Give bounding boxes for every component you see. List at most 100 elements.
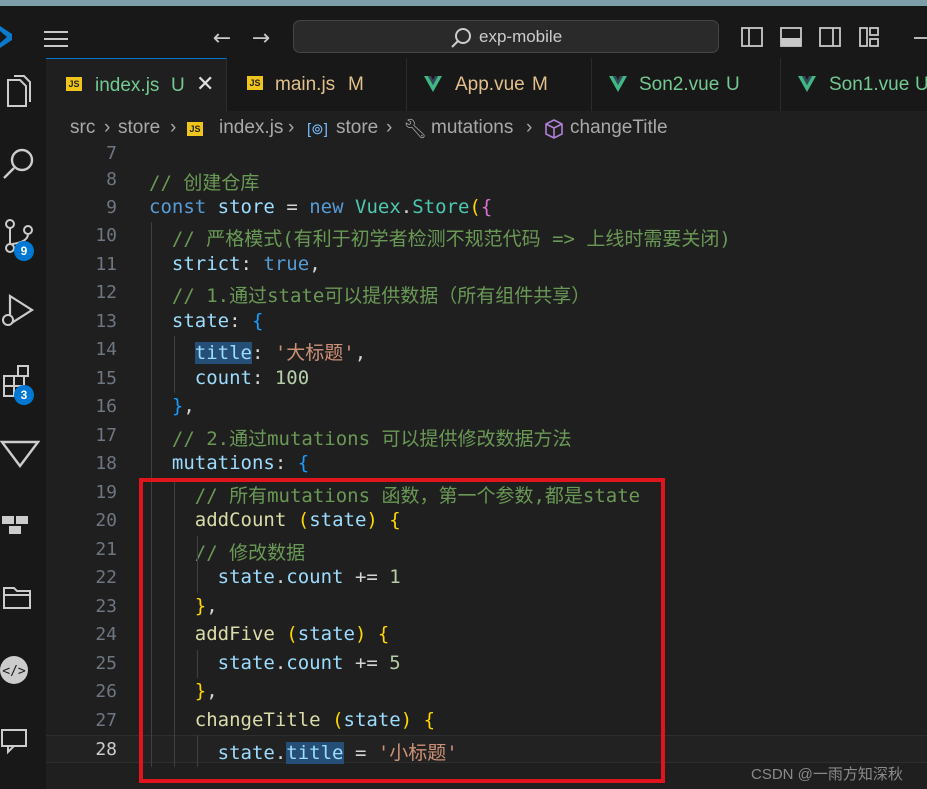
line-number: 24: [95, 624, 117, 645]
tab-status: U: [915, 74, 927, 95]
comments-icon[interactable]: [0, 720, 40, 760]
chevron-right-icon: ›: [526, 117, 533, 138]
tab-app-vue[interactable]: App.vue M: [407, 58, 592, 111]
line-number: 7: [106, 146, 117, 164]
title-bar: ← → exp-mobile: [0, 6, 927, 58]
line-number: 9: [106, 197, 117, 218]
forward-arrow-icon[interactable]: →: [248, 26, 274, 52]
line-number: 15: [95, 368, 117, 389]
keyword: new: [309, 196, 344, 218]
remote-explorer-icon[interactable]: [0, 506, 40, 546]
breadcrumb-store-var[interactable]: store: [336, 117, 378, 139]
highlight-annotation-box: [139, 478, 665, 783]
search-text: exp-mobile: [479, 27, 563, 46]
chevron-right-icon: ›: [104, 117, 111, 138]
back-arrow-icon[interactable]: ←: [209, 26, 235, 52]
vue-devtools-icon[interactable]: [0, 434, 40, 474]
tab-label: main.js: [275, 74, 336, 95]
toggle-primary-sidebar-icon[interactable]: [741, 26, 763, 48]
tab-label: Son2.vue: [639, 74, 720, 95]
line-number: 18: [95, 453, 117, 474]
js-icon: JS: [187, 122, 203, 136]
line-number: 11: [95, 254, 117, 275]
minimize-icon[interactable]: [912, 26, 927, 48]
property: state: [171, 310, 230, 332]
line-number: 8: [106, 169, 117, 190]
line-number: 19: [95, 482, 117, 503]
code-line: const store = new Vuex.Store({: [149, 196, 493, 218]
code-line: },: [171, 395, 195, 417]
tab-son2-vue[interactable]: Son2.vue U: [592, 58, 781, 111]
activity-bar: 9 3 </>: [0, 58, 46, 789]
breadcrumb-mutations[interactable]: mutations: [431, 117, 513, 139]
search-icon[interactable]: [0, 144, 40, 184]
string: '大标题': [274, 342, 355, 364]
line-number: 23: [95, 596, 117, 617]
line-number: 17: [95, 425, 117, 446]
method-cube-icon: [545, 119, 563, 139]
comment: // 严格模式(有利于初学者检测不规范代码 => 上线时需要关闭): [171, 228, 731, 250]
line-number: 22: [95, 567, 117, 588]
comment: // 创建仓库: [149, 172, 260, 194]
code-line: title: '大标题',: [194, 342, 367, 364]
line-number: 28: [95, 739, 117, 760]
tab-main-js[interactable]: JS main.js M: [227, 58, 407, 111]
wrench-icon: 🔧︎: [403, 119, 428, 140]
close-icon[interactable]: ✕: [196, 71, 214, 97]
vue-icon: [798, 76, 816, 92]
code-line: // 2.通过mutations 可以提供修改数据方法: [149, 424, 572, 451]
toggle-panel-icon[interactable]: [780, 26, 802, 48]
tab-status: U: [726, 74, 740, 95]
tab-son1-vue[interactable]: Son1.vue U: [781, 58, 927, 111]
search-icon: [451, 28, 471, 48]
property: count: [194, 367, 252, 389]
line-number: 26: [95, 681, 117, 702]
command-center-search[interactable]: exp-mobile: [293, 20, 719, 53]
class-name: Store: [412, 196, 470, 218]
property: title: [194, 342, 252, 364]
editor-tab-bar: JS index.js U ✕ JS main.js M App.vue M S…: [46, 58, 927, 111]
variable-icon: [⊚]: [307, 121, 328, 138]
line-number: 16: [95, 396, 117, 417]
menu-icon[interactable]: [44, 30, 68, 48]
tab-status: M: [532, 74, 548, 95]
comment: // 1.通过state可以提供数据（所有组件共享）: [171, 285, 591, 307]
tab-label: Son1.vue: [829, 74, 910, 95]
line-number: 12: [95, 282, 117, 303]
vue-icon: [609, 76, 627, 92]
breadcrumb-src[interactable]: src: [70, 117, 95, 139]
identifier: store: [217, 196, 275, 218]
run-debug-icon[interactable]: [0, 290, 40, 330]
boolean: true: [263, 253, 310, 275]
code-snippet-icon[interactable]: </>: [0, 650, 40, 690]
code-line: // 创建仓库: [149, 168, 259, 195]
code-line: // 严格模式(有利于初学者检测不规范代码 => 上线时需要关闭): [149, 224, 731, 251]
extensions-badge: 3: [14, 385, 34, 405]
code-line: strict: true,: [171, 253, 321, 275]
toggle-secondary-sidebar-icon[interactable]: [819, 26, 841, 48]
class-name: Vuex: [355, 196, 401, 218]
js-icon: JS: [66, 77, 82, 91]
svg-text:</>: </>: [2, 664, 26, 679]
vscode-logo-icon: [0, 26, 12, 48]
breadcrumb-store-folder[interactable]: store: [118, 117, 160, 139]
line-number: 13: [95, 311, 117, 332]
chevron-right-icon: ›: [288, 117, 295, 138]
indent-guide: [174, 336, 175, 393]
folder-icon[interactable]: [0, 578, 40, 618]
chevron-right-icon: ›: [386, 117, 393, 138]
line-number: 25: [95, 653, 117, 674]
customize-layout-icon[interactable]: [858, 26, 880, 48]
breadcrumb: src › store › JS index.js › [⊚] store › …: [46, 111, 927, 146]
tab-label: index.js: [95, 75, 160, 96]
breadcrumb-file[interactable]: index.js: [219, 117, 283, 139]
code-line: state: {: [171, 310, 264, 332]
breadcrumb-changetitle[interactable]: changeTitle: [570, 117, 668, 139]
watermark: CSDN @一雨方知深秋: [751, 766, 903, 783]
chevron-right-icon: ›: [170, 117, 177, 138]
explorer-icon[interactable]: [0, 74, 40, 114]
tab-index-js[interactable]: JS index.js U ✕: [46, 58, 227, 111]
line-number: 20: [95, 510, 117, 531]
tab-status: M: [348, 74, 364, 95]
number: 100: [274, 367, 310, 389]
